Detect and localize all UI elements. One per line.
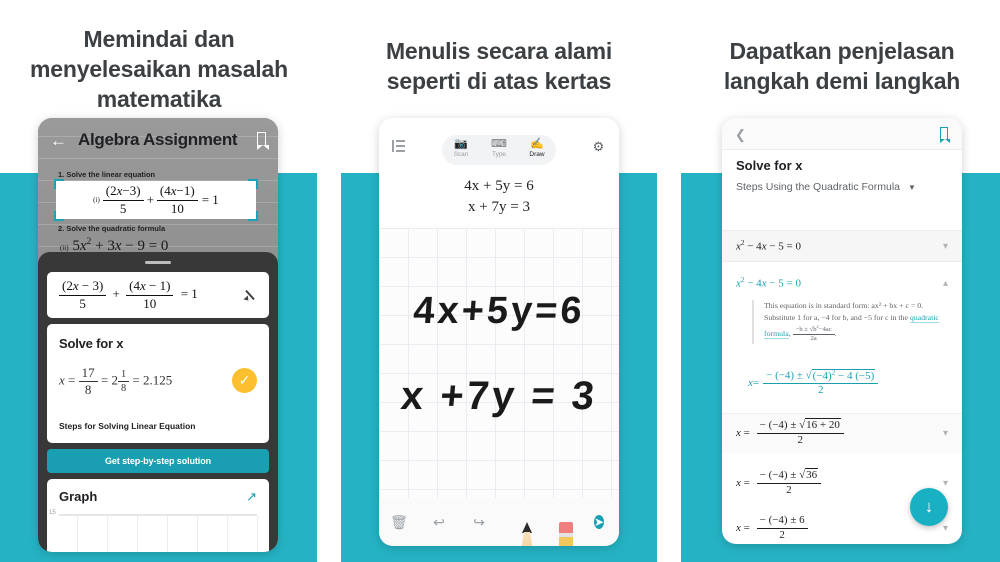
solution-math: x = 17 8 = 218 = 2.125: [59, 365, 173, 398]
undo-icon[interactable]: ↩: [419, 514, 459, 531]
worksheet-topbar: ← Algebra Assignment: [38, 118, 278, 166]
scanned-equation: (i) (2x−3) 5 + (4x−1) 10 = 1: [93, 183, 219, 216]
gear-icon[interactable]: ⚙: [592, 140, 605, 153]
mode-scan-button[interactable]: 📷 Scan: [442, 135, 480, 165]
step-6-math: x = − (−4) ± 62: [736, 514, 808, 543]
handwritten-line-2: x +7y = 3: [399, 374, 599, 418]
mode-scan-label: Scan: [453, 151, 469, 158]
panel-1-heading: Memindai dan menyelesaikan masalah matem…: [30, 26, 288, 112]
chevron-down-icon: ▾: [942, 428, 948, 439]
scan-selection-box[interactable]: (i) (2x−3) 5 + (4x−1) 10 = 1: [54, 179, 258, 221]
phone-mockup-2: 📷 Scan ⌨ Type ✍ Draw ⚙ 4x + 5y = 6 x + 7…: [379, 118, 619, 546]
step-1-math: x2 − 4x − 5 = 0: [736, 239, 801, 253]
solution-page-title: Solve for x: [736, 158, 803, 173]
mode-type-button[interactable]: ⌨ Type: [480, 135, 518, 165]
delete-icon[interactable]: 🗑: [379, 514, 419, 531]
results-bottom-sheet: (2x − 3) 5 + (4x − 1) 10 = 1 Solve for x x…: [38, 252, 278, 552]
scanned-worksheet: ← Algebra Assignment 1. Solve the linear…: [38, 118, 278, 268]
recognized-equations: 4x + 5y = 6 x + 7y = 3: [379, 176, 619, 218]
solution-card: Solve for x x = 17 8 = 218 = 2.125 ✓ Step…: [47, 324, 269, 443]
graph-plot-area[interactable]: 15 10: [49, 510, 258, 552]
scroll-down-fab[interactable]: ↓: [910, 488, 948, 526]
graph-card-header: Graph ↗: [59, 489, 257, 505]
drawing-tools-bar: 🗑 ↩ ↪ ➤: [379, 498, 619, 546]
step-5-math: x = − (−4) ± √36 2: [736, 467, 822, 498]
sheet-drag-handle[interactable]: [145, 261, 171, 264]
expand-icon[interactable]: ↗: [246, 489, 257, 505]
bookmark-icon[interactable]: [939, 127, 950, 143]
list-icon[interactable]: [392, 140, 405, 152]
recognized-equation-1: 4x + 5y = 6: [464, 178, 534, 194]
step-row-2-expanded[interactable]: x2 − 4x − 5 = 0 ▴: [722, 268, 962, 298]
solution-title: Solve for x: [59, 336, 124, 351]
mode-draw-label: Draw: [529, 151, 545, 158]
method-selector[interactable]: Steps Using the Quadratic Formula ▼: [736, 181, 948, 193]
panel-3-heading: Dapatkan penjelasan langkah demi langkah: [723, 38, 961, 94]
promo-screenshot-stage: Memindai dan menyelesaikan masalah matem…: [0, 0, 1000, 562]
graph-title: Graph: [59, 489, 98, 504]
solution-steps-label: Steps for Solving Linear Equation: [59, 420, 196, 431]
graph-line: [208, 537, 251, 552]
phone-mockup-3: ❮ Solve for x Steps Using the Quadratic …: [722, 118, 962, 544]
camera-icon: 📷: [454, 138, 468, 150]
get-step-by-step-solution-button[interactable]: Get step-by-step solution: [47, 448, 269, 473]
panel-2-heading: Menulis secara alami seperti di atas ker…: [385, 38, 613, 94]
input-mode-segmented-control: 📷 Scan ⌨ Type ✍ Draw: [442, 135, 556, 165]
question-2-label: 2. Solve the quadratic formula: [58, 224, 166, 233]
chevron-down-icon: ▾: [942, 477, 948, 489]
bookmark-icon[interactable]: [256, 132, 269, 150]
solution-topbar: ❮: [722, 118, 962, 150]
step-row-4[interactable]: x = − (−4) ± √16 + 20 2 ▾: [722, 413, 962, 453]
check-circle-icon: ✓: [232, 368, 257, 393]
chevron-up-icon: ▴: [942, 277, 948, 289]
explanation-text-after: , −b ± √b2−4ac 2a.: [788, 324, 837, 343]
method-selector-label: Steps Using the Quadratic Formula: [736, 181, 900, 193]
mode-draw-button[interactable]: ✍ Draw: [518, 135, 556, 165]
pencil-icon[interactable]: [243, 288, 257, 302]
graph-card: Graph ↗ 15 10: [47, 478, 269, 552]
down-arrow-icon: ↓: [924, 497, 934, 516]
recognized-equation-2: x + 7y = 3: [468, 199, 530, 215]
caret-down-icon: ▼: [908, 182, 916, 192]
step-row-1[interactable]: x2 − 4x − 5 = 0 ▾: [722, 230, 962, 262]
redo-icon[interactable]: ↪: [459, 514, 499, 531]
graph-y-top-label: 15: [49, 509, 56, 516]
chevron-down-icon: ▾: [942, 240, 948, 252]
back-chevron-icon[interactable]: ❮: [735, 127, 746, 143]
step-explanation: This equation is in standard form: ax² +…: [752, 300, 946, 344]
step-row-3[interactable]: x = − (−4) ± √(−4)2 − 4 (−5) 2: [722, 363, 962, 403]
question-1-label: 1. Solve the linear equation: [58, 170, 156, 179]
draw-toolbar: 📷 Scan ⌨ Type ✍ Draw ⚙: [379, 118, 619, 174]
equation-card[interactable]: (2x − 3) 5 + (4x − 1) 10 = 1: [47, 272, 269, 318]
hand-draw-icon: ✍: [530, 138, 544, 150]
mode-type-label: Type: [491, 151, 507, 158]
worksheet-title: Algebra Assignment: [78, 130, 238, 149]
send-arrow-icon: ➤: [593, 515, 605, 529]
handwritten-line-1: 4x+5y=6: [412, 290, 587, 332]
explanation-text-before: This equation is in standard form: ax² +…: [764, 301, 924, 322]
equation-card-math: (2x − 3) 5 + (4x − 1) 10 = 1: [59, 278, 243, 312]
back-arrow-icon[interactable]: ←: [50, 132, 68, 149]
keyboard-icon: ⌨: [491, 138, 507, 150]
chevron-down-icon: ▾: [942, 522, 948, 534]
send-button[interactable]: ➤: [579, 508, 619, 536]
step-2-math: x2 − 4x − 5 = 0: [736, 276, 801, 290]
handwriting-canvas[interactable]: 4x+5y=6 x +7y = 3: [379, 228, 619, 498]
step-4-math: x = − (−4) ± √16 + 20 2: [736, 418, 844, 448]
phone-mockup-1: ← Algebra Assignment 1. Solve the linear…: [38, 118, 278, 552]
